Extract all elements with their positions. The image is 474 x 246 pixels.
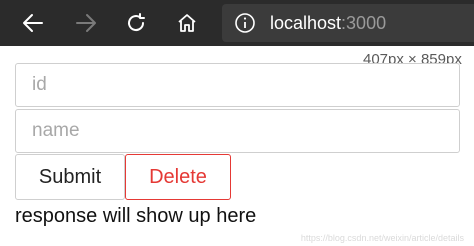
delete-button[interactable]: Delete [125,154,231,200]
url-text[interactable]: localhost:3000 [270,13,386,33]
browser-toolbar: localhost:3000 [0,0,474,46]
info-icon[interactable] [234,12,256,34]
watermark: https://blog.csdn.net/weixin/article/det… [300,233,464,243]
id-input[interactable] [15,63,460,107]
url-port: :3000 [341,13,387,33]
back-arrow-icon [23,14,43,32]
address-bar[interactable]: localhost:3000 [222,4,474,42]
forward-arrow-icon [76,14,96,32]
url-host: localhost [270,13,342,33]
home-icon [178,14,196,32]
submit-button[interactable]: Submit [15,154,125,200]
response-text: response will show up here [15,205,257,227]
reload-icon [128,13,145,32]
back-button[interactable] [17,7,49,39]
name-input[interactable] [15,109,460,153]
forward-button[interactable] [70,7,102,39]
home-button[interactable] [171,7,203,39]
reload-button[interactable] [120,7,152,39]
